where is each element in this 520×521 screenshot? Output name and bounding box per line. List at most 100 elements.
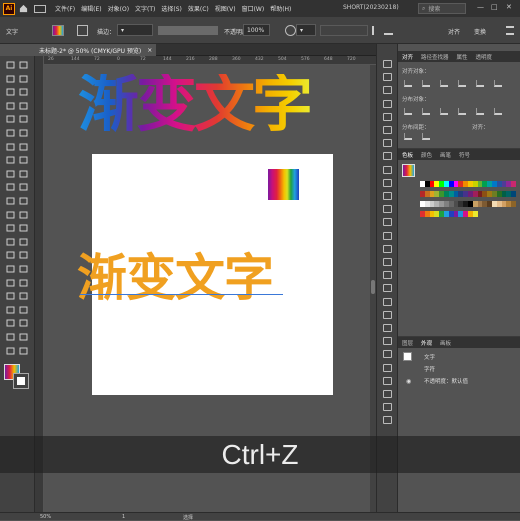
align-object-button-icon[interactable] bbox=[422, 80, 430, 87]
hand-tool-icon[interactable] bbox=[6, 333, 16, 341]
distribute-object-button-icon[interactable] bbox=[494, 108, 502, 115]
distribute-object-button-icon[interactable] bbox=[404, 108, 412, 115]
tab-symbols[interactable]: 符号 bbox=[459, 151, 470, 159]
zoom-tool-icon[interactable] bbox=[6, 347, 16, 355]
direct-selection-tool-icon[interactable] bbox=[19, 61, 29, 69]
menu-type[interactable]: 文字(T) bbox=[132, 4, 158, 13]
workspace-layout-icon[interactable] bbox=[34, 4, 46, 13]
align-options-icon[interactable] bbox=[384, 26, 393, 35]
menu-effect[interactable]: 效果(C) bbox=[185, 4, 212, 13]
align-label[interactable]: 对齐 bbox=[448, 27, 460, 36]
pathfinder-panel-icon[interactable] bbox=[383, 244, 392, 253]
warp-tool-icon[interactable] bbox=[19, 211, 29, 219]
blend-tool-icon[interactable] bbox=[6, 292, 16, 300]
tab-layers[interactable]: 图层 bbox=[402, 339, 413, 347]
menu-edit[interactable]: 编辑(E) bbox=[78, 4, 104, 13]
smooth-tool-icon[interactable] bbox=[19, 156, 29, 164]
menu-view[interactable]: 视图(V) bbox=[212, 4, 239, 13]
print-tiling-tool-icon[interactable] bbox=[19, 333, 29, 341]
gradient-swatch[interactable] bbox=[268, 169, 299, 200]
shear-tool-icon[interactable] bbox=[19, 197, 29, 205]
horizontal-ruler[interactable]: 26 144 72 0 72 144 216 288 360 432 504 576 648 720 bbox=[44, 56, 376, 65]
stroke-panel-icon[interactable] bbox=[383, 192, 392, 200]
fill-stroke-indicator[interactable] bbox=[402, 164, 415, 177]
distribute-object-button-icon[interactable] bbox=[440, 108, 448, 115]
pen-tool-icon[interactable] bbox=[6, 88, 16, 96]
eraser-tool-icon[interactable] bbox=[6, 170, 16, 178]
scissors-tool-icon[interactable] bbox=[19, 170, 29, 178]
menu-file[interactable]: 文件(F) bbox=[52, 4, 78, 13]
artboard-number[interactable]: 1 bbox=[122, 514, 125, 520]
layers-panel-icon[interactable] bbox=[383, 73, 392, 82]
tab-artboards[interactable]: 画板 bbox=[440, 339, 451, 347]
home-icon[interactable] bbox=[18, 4, 28, 14]
shape-builder-tool-icon[interactable] bbox=[6, 238, 16, 246]
menu-object[interactable]: 对象(O) bbox=[105, 4, 132, 13]
actions-panel-icon[interactable] bbox=[383, 376, 392, 385]
gradient-panel-icon[interactable] bbox=[383, 205, 392, 214]
slice-tool-icon[interactable] bbox=[19, 319, 29, 327]
paintbrush-tool-icon[interactable] bbox=[6, 143, 16, 151]
document-tab[interactable]: 未标题-2* @ 50% (CMYK/GPU 预览) × bbox=[35, 44, 157, 56]
stroke-large-icon[interactable] bbox=[13, 373, 29, 389]
free-transform-tool-icon[interactable] bbox=[6, 224, 16, 232]
artboard-tool-icon[interactable] bbox=[6, 319, 16, 327]
type-tool-icon[interactable] bbox=[6, 102, 16, 110]
opentype-panel-icon[interactable] bbox=[383, 297, 392, 306]
gradient-title-text[interactable]: 渐变文字 bbox=[78, 74, 313, 135]
asset-export-panel-icon[interactable] bbox=[383, 337, 392, 346]
fill-swatch[interactable] bbox=[52, 25, 64, 36]
color-swatch[interactable] bbox=[511, 191, 517, 197]
maximize-icon[interactable]: □ bbox=[491, 3, 498, 11]
pencil-tool-icon[interactable] bbox=[6, 156, 16, 164]
tab-transparency[interactable]: 透明度 bbox=[476, 53, 493, 61]
swatches-panel-icon[interactable] bbox=[383, 126, 392, 134]
character-field[interactable] bbox=[320, 25, 368, 36]
info-panel-icon[interactable] bbox=[383, 363, 392, 372]
properties-panel-icon[interactable] bbox=[383, 60, 392, 68]
line-tool-icon[interactable] bbox=[6, 115, 16, 123]
css-properties-panel-icon[interactable] bbox=[383, 403, 392, 412]
scale-tool-icon[interactable] bbox=[6, 197, 16, 205]
transform-panel-icon[interactable] bbox=[383, 258, 392, 266]
color-panel-icon[interactable] bbox=[383, 99, 392, 108]
artboards-panel-icon[interactable] bbox=[383, 324, 392, 332]
selection-tool-icon[interactable] bbox=[6, 61, 16, 69]
rectangle-tool-icon[interactable] bbox=[6, 129, 16, 137]
measure-tool-icon[interactable] bbox=[19, 279, 29, 287]
appearance-panel-icon[interactable] bbox=[383, 178, 392, 187]
image-trace-panel-icon[interactable] bbox=[383, 390, 392, 398]
magic-wand-tool-icon[interactable] bbox=[6, 75, 16, 83]
distribute-spacing-button-icon[interactable] bbox=[404, 133, 412, 140]
opacity-field[interactable]: 100% bbox=[243, 24, 270, 36]
lasso-tool-icon[interactable] bbox=[19, 75, 29, 83]
tab-pathfinder[interactable]: 路径查找器 bbox=[421, 53, 449, 61]
brush-definition-field[interactable] bbox=[158, 26, 218, 35]
width-tool-icon[interactable] bbox=[6, 211, 16, 219]
align-object-button-icon[interactable] bbox=[458, 80, 466, 87]
curvature-tool-icon[interactable] bbox=[19, 88, 29, 96]
align-object-button-icon[interactable] bbox=[476, 80, 484, 87]
distribute-object-button-icon[interactable] bbox=[476, 108, 484, 115]
stroke-weight-field[interactable]: ▾ bbox=[117, 24, 153, 36]
graphic-styles-panel-icon[interactable] bbox=[383, 165, 392, 174]
links-panel-icon[interactable] bbox=[383, 310, 392, 319]
eyedropper-tool-icon[interactable] bbox=[6, 279, 16, 287]
menu-help[interactable]: 帮助(H) bbox=[267, 4, 294, 13]
rotate-tool-icon[interactable] bbox=[6, 183, 16, 191]
mesh-tool-icon[interactable] bbox=[6, 265, 16, 273]
scrollbar-thumb[interactable] bbox=[371, 280, 375, 294]
stroke-swatch[interactable] bbox=[77, 25, 88, 36]
appearance-char-row[interactable]: 字符 bbox=[400, 364, 518, 374]
tab-color[interactable]: 颜色 bbox=[421, 151, 432, 159]
tab-brushes[interactable]: 画笔 bbox=[440, 151, 451, 159]
color-swatch[interactable] bbox=[511, 201, 517, 207]
arc-tool-icon[interactable] bbox=[19, 115, 29, 123]
align-to-icon[interactable] bbox=[372, 26, 381, 35]
character-panel-icon[interactable] bbox=[383, 271, 392, 280]
live-paint-tool-icon[interactable] bbox=[19, 238, 29, 246]
puppet-warp-tool-icon[interactable] bbox=[19, 224, 29, 232]
orange-text-object[interactable]: 渐变文字 bbox=[77, 253, 274, 303]
close-icon[interactable]: ✕ bbox=[506, 3, 512, 11]
style-swatch[interactable] bbox=[285, 25, 296, 36]
